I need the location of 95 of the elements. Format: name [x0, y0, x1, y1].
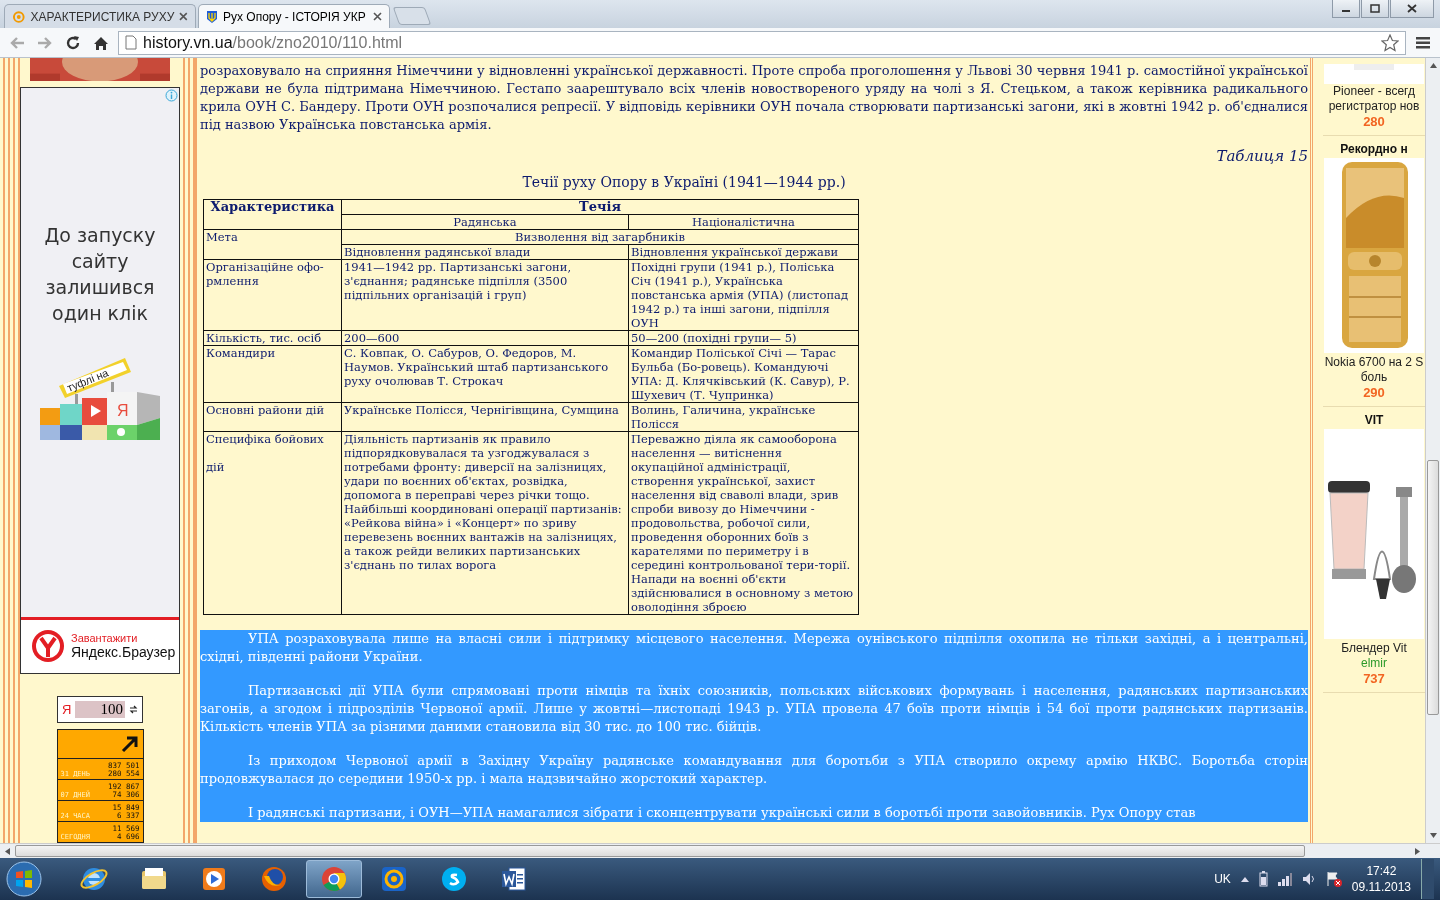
browser-icon: [319, 864, 349, 894]
at-sign-icon: [12, 9, 26, 24]
logo-letter: Я: [62, 701, 72, 717]
table-cell: Українське Полісся, Чернігівщина, Сумщина: [341, 402, 629, 432]
flag-icon[interactable]: [1325, 871, 1342, 887]
table-cell: Основні райони дій: [203, 402, 342, 432]
show-desktop-button[interactable]: [1421, 859, 1434, 899]
table-cell: Волинь, Галичина, українське Полісся: [628, 402, 859, 432]
ad-headline: До запуску сайту залишився один клік: [43, 223, 157, 327]
product-title[interactable]: Pioneer - всегд: [1333, 84, 1415, 99]
clock-time[interactable]: 17:42: [1366, 863, 1397, 879]
table-cell: Мета: [203, 229, 342, 260]
table-cell: Визволення від загарбників: [341, 229, 859, 245]
maximize-button[interactable]: [1361, 0, 1389, 18]
table-cell: Похідні групи (1941 р.), Поліська Січ (1941 р.), Українська повстанська армія (УПА) (листопад 1942 р.) та інші загони, підпілля ОУН: [628, 259, 859, 331]
product-title[interactable]: боль: [1360, 370, 1388, 385]
up-arrow-icon[interactable]: [1429, 63, 1437, 68]
brand-name: Яндекс.Браузер: [71, 644, 176, 661]
back-arrow-icon: [9, 35, 25, 50]
star-icon[interactable]: [1381, 33, 1399, 52]
maximize-icon: [1370, 4, 1380, 13]
table-cell: Кількість, тис. осіб: [203, 330, 342, 346]
horizontal-scrollbar[interactable]: [0, 843, 1440, 858]
product-price: 290: [1363, 385, 1385, 400]
table-cell: 50—200 (похідні групи— 5): [628, 330, 859, 346]
menu-icon: [1416, 36, 1430, 49]
table-header: Радянська: [341, 214, 629, 230]
browser-tab[interactable]: Рух Опору - ІСТОРІЯ УКР: [198, 4, 390, 28]
table-cell: Організаційне офо- рмлення: [203, 259, 342, 331]
product-heading: Рекордно н: [1340, 142, 1408, 156]
table-cell: 1941—1942 рр. Партизанські загони, з'єднання; радянське підпілля (3500 підпільних організацій і груп): [341, 259, 629, 331]
table-cell: Відновлення радянської влади: [341, 244, 629, 260]
page-icon: [125, 35, 137, 50]
table-header: Націоналістична: [628, 214, 859, 230]
reload-icon: [65, 34, 81, 51]
amount-text: 100: [75, 700, 125, 718]
article-paragraph: Із приходом Червоної армії в Західну Україну радянське командування для боротьби з УПА створило окрему армію НКВС. Боротьба сторін продовжувалася до середини 1950-х рр. і мала надзвичайно жорстокий характер.: [200, 752, 1308, 788]
logo-letter: Я: [117, 402, 129, 420]
scroll-thumb[interactable]: [15, 845, 1305, 857]
close-icon[interactable]: [179, 12, 188, 21]
table-cell: Командир Поліської Січі — Тарас Бульба (Бо-ровець). Командуючі УПА: Д. Клячківський (К. Савур), Р. Шухевич (Т. Чупринка): [628, 345, 859, 403]
vertical-scrollbar[interactable]: [1425, 58, 1440, 843]
article-paragraph: розраховувало на сприяння Німеччини у відновленні української державності. Проте спроба проголошення у Львові 30 червня 1941 р. самостійної української держави не була підтримана Німеччиною. Гестапо заарештувало всіх членів новоствореного уряду на чолі з Я. Стецьком, а також керівника радикального крила ОУН С. Бандеру. Проти ОУН розпочалися репресії. У відповідь керівники ОУН почала створювати партизанські загони, які в жовтні 1942 р. об'єдналися під назвою Українська повстанська армія.: [200, 62, 1308, 134]
forward-arrow-icon: [37, 35, 53, 50]
product-title[interactable]: Блендер Vit: [1341, 641, 1407, 656]
product-price: 737: [1363, 671, 1385, 686]
minimize-button[interactable]: [1332, 0, 1360, 18]
product-heading: VIT: [1364, 413, 1384, 427]
globe-icon: [259, 864, 289, 894]
address-field[interactable]: history.vn.ua/book/zno2010/110.html: [118, 30, 1406, 55]
table-caption: Течії руху Опору в Україні (1941—1944 рр.): [521, 173, 847, 191]
refresh-icon: [129, 704, 138, 714]
download-link[interactable]: Завантажити: [71, 632, 176, 645]
table-cell: 200—600: [341, 330, 629, 346]
table-cell: Командири: [203, 345, 342, 403]
ad-banner[interactable]: До запуску сайту залишився один клік туфлі на Я Завантажити Яндекс.Браузер: [20, 87, 180, 674]
language-indicator[interactable]: UK: [1214, 872, 1231, 886]
browser-tab[interactable]: ХАРАКТЕРИСТИКА РУХУ: [4, 4, 196, 28]
table-cell: Відновлення української держави: [628, 244, 859, 260]
close-icon[interactable]: [373, 12, 382, 21]
product-title[interactable]: Nokia 6700 на 2 S: [1324, 355, 1424, 370]
close-button[interactable]: [1390, 0, 1434, 18]
table-header: Течія: [341, 199, 859, 215]
article-paragraph: І радянські партизани, і ОУН—УПА намагалися зібрати і сконцентрувати українські сили в боротьбі проти завойовників. Рух Опору став: [247, 804, 1197, 822]
chat-icon: [439, 864, 469, 894]
down-arrow-icon[interactable]: [1429, 833, 1437, 838]
table-header: Характеристика: [203, 199, 342, 230]
caret-icon[interactable]: [1240, 876, 1249, 882]
close-icon: [1407, 4, 1417, 13]
document-icon: [499, 864, 529, 894]
table-cell: С. Ковпак, О. Сабуров, О. Федоров, М. Наумов. Український штаб партизанського руху очолював Т. Строкач: [341, 345, 629, 403]
sign-text: туфлі на: [65, 366, 111, 395]
article-paragraph: УПА розраховувала лише на власні сили і підтримку місцевого населення. Мережа оунівського підпілля охопила не тільки західні, а і центральні, східні, південні райони України.: [200, 630, 1308, 666]
start-button[interactable]: [6, 861, 42, 897]
article-paragraph: Партизанські дії УПА були спрямовані проти німців та їхніх союзників, польських військових формувань і населення, радянських партизанських загонів, а згодом і підрозділів Червоної армії. Лише у жовтні—листопаді 1943 р. УПА провела 47 боїв проти німців і 54 бої проти радянських партизанів. Кількість членів УПА за різними даними становила від 30 тис. до 100 тис. бійців.: [200, 682, 1308, 736]
clock-date[interactable]: 09.11.2013: [1351, 879, 1411, 895]
product-price: 280: [1363, 114, 1385, 129]
browser-logo-icon: [31, 629, 65, 664]
left-arrow-icon[interactable]: [5, 847, 10, 855]
table-number: Таблиця 15: [1215, 147, 1308, 165]
trident-icon: [206, 9, 218, 24]
table-cell: Діяльність партизанів як правило підпорядковувалася та узгоджувалася з потребами фронту: диверсії на залізницях, удари по воєнних об'єктах, розвідка, допомога в переправі через річки тощо. Найбільші координовані операції партизанів: «Рейкова війна» і «Концерт» по зриву перевезень воєнних вантажів на залізницях, а також рейди великих партизанських з'єднань по тилах ворога: [341, 431, 629, 615]
seller-name[interactable]: elmir: [1361, 656, 1387, 671]
home-icon: [93, 34, 109, 51]
product-title[interactable]: регистратор нов: [1328, 99, 1420, 114]
table-cell: Переважно діяла як самооборона населення — витіснення окупаційної адміністрації, створення української, захист населення від сваволі влади, зрив спроби вивозу до Німеччини - продовольства, робочої сили, проведення оборонних боїв з карателями по периметру і в середині контрольованої тери-торії. Напади на воєнні об'єкти здійснювалися в основному з метою оволодіння зброєю: [628, 431, 859, 615]
battery-icon[interactable]: [1258, 871, 1268, 887]
arrow-icon: [120, 735, 139, 753]
scroll-thumb[interactable]: [1427, 460, 1439, 715]
speaker-icon[interactable]: [1301, 872, 1316, 886]
signal-icon[interactable]: [1277, 872, 1292, 886]
table-cell: Специфіка бойових дій: [203, 431, 342, 615]
at-sign-icon: [379, 864, 409, 894]
right-arrow-icon[interactable]: [1415, 847, 1420, 855]
money-widget[interactable]: Я 100: [57, 695, 143, 723]
